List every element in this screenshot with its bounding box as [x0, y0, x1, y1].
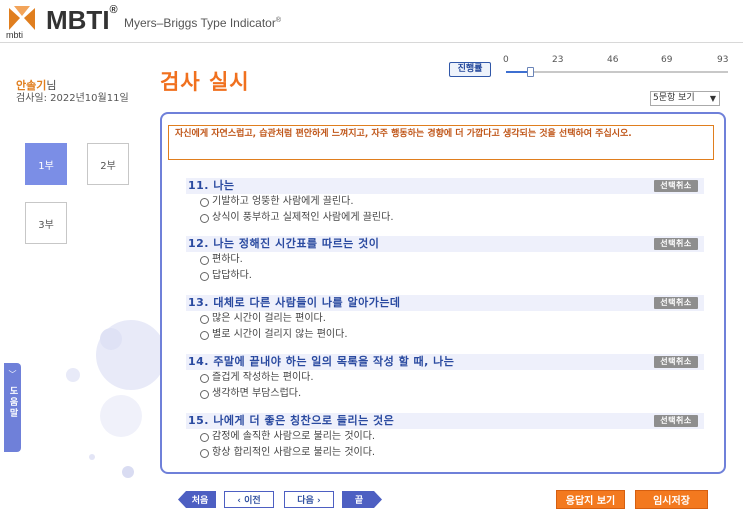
progress-tick-label: 93 [717, 55, 729, 65]
decorative-circle [122, 466, 134, 478]
question-title-text: 13. 대체로 다른 사람들이 나를 알아가는데 [188, 296, 401, 309]
decorative-circle [89, 454, 95, 460]
decorative-circle [100, 328, 122, 350]
progress-tick-label: 23 [552, 55, 564, 65]
cancel-selection-button[interactable]: 선택취소 [654, 415, 698, 427]
answer-option-text: 감정에 솔직한 사람으로 불리는 것이다. [212, 431, 376, 442]
radio-button[interactable] [200, 197, 209, 207]
question-title: 13. 대체로 다른 사람들이 나를 알아가는데 선택취소 [186, 295, 704, 311]
first-page-button[interactable]: 처음 [178, 491, 216, 508]
answer-option[interactable]: 항상 합리적인 사람으로 불리는 것이다. [186, 445, 704, 461]
question-title: 15. 나에게 더 좋은 칭찬으로 들리는 것은 선택취소 [186, 413, 704, 429]
answer-option-text: 상식이 풍부하고 실제적인 사람에게 끌린다. [212, 212, 394, 223]
question-title-text: 14. 주말에 끝내야 하는 일의 목록을 작성 할 때, 나는 [188, 355, 455, 368]
progress-bar [506, 67, 728, 77]
help-tab[interactable]: ﹀ 도움말 [4, 363, 21, 452]
progress-tick-label: 0 [503, 55, 509, 65]
answer-option-text: 많은 시간이 걸리는 편이다. [212, 313, 326, 324]
answer-option[interactable]: 많은 시간이 걸리는 편이다. [186, 311, 704, 327]
header-divider [0, 42, 743, 43]
answer-option[interactable]: 즐겁게 작성하는 편이다. [186, 370, 704, 386]
view-count-select[interactable]: 5문항 보기 ▼ [650, 91, 720, 106]
view-count-value: 5문항 보기 [653, 93, 695, 103]
page-title: 검사 실시 [160, 70, 250, 94]
brand-subtitle: Myers–Briggs Type Indicator® [124, 16, 281, 30]
part-3-button[interactable]: 3부 [25, 202, 67, 244]
question-14: 14. 주말에 끝내야 하는 일의 목록을 작성 할 때, 나는 선택취소 즐겁게… [186, 354, 704, 402]
answer-option[interactable]: 감정에 솔직한 사람으로 불리는 것이다. [186, 429, 704, 445]
question-title: 11. 나는 선택취소 [186, 178, 704, 194]
answer-option[interactable]: 기발하고 엉뚱한 사람에게 끌린다. [186, 194, 704, 210]
answer-option-text: 별로 시간이 걸리지 않는 편이다. [212, 329, 348, 340]
radio-button[interactable] [200, 389, 209, 399]
question-13: 13. 대체로 다른 사람들이 나를 알아가는데 선택취소 많은 시간이 걸리는 … [186, 295, 704, 343]
help-tab-label: 도움말 [7, 386, 18, 419]
answer-option-text: 항상 합리적인 사람으로 불리는 것이다. [212, 447, 376, 458]
header: mbti MBTI® Myers–Briggs Type Indicator® [0, 0, 743, 42]
radio-button[interactable] [200, 314, 209, 324]
cancel-selection-button[interactable]: 선택취소 [654, 297, 698, 309]
radio-button[interactable] [200, 373, 209, 383]
next-page-button[interactable]: 다음 › [284, 491, 334, 508]
radio-button[interactable] [200, 255, 209, 265]
part-2-button[interactable]: 2부 [87, 143, 129, 185]
question-12: 12. 나는 정해진 시간표를 따르는 것이 선택취소 편하다. 답답하다. [186, 236, 704, 284]
brand-small: mbti [6, 30, 24, 40]
answer-option[interactable]: 상식이 풍부하고 실제적인 사람에게 끌린다. [186, 210, 704, 226]
chevron-down-icon: ﹀ [8, 370, 17, 379]
progress-label: 진행률 [449, 62, 491, 77]
question-title: 12. 나는 정해진 시간표를 따르는 것이 선택취소 [186, 236, 704, 252]
last-page-button[interactable]: 끝 [342, 491, 382, 508]
part-1-button[interactable]: 1부 [25, 143, 67, 185]
progress-tick-label: 69 [661, 55, 673, 65]
answer-option[interactable]: 별로 시간이 걸리지 않는 편이다. [186, 327, 704, 343]
question-title: 14. 주말에 끝내야 하는 일의 목록을 작성 할 때, 나는 선택취소 [186, 354, 704, 370]
brand-reg: ® [109, 4, 118, 17]
decorative-circle [100, 395, 142, 437]
answer-option[interactable]: 편하다. [186, 252, 704, 268]
cancel-selection-button[interactable]: 선택취소 [654, 180, 698, 192]
progress-thumb [527, 67, 534, 77]
question-11: 11. 나는 선택취소 기발하고 엉뚱한 사람에게 끌린다. 상식이 풍부하고 실… [186, 178, 704, 226]
decorative-circle [66, 368, 80, 382]
radio-button[interactable] [200, 448, 209, 458]
radio-button[interactable] [200, 330, 209, 340]
test-date: 검사일: 2022년10월11일 [16, 93, 129, 104]
brand-logo: MBTI® [46, 4, 118, 36]
answer-option[interactable]: 답답하다. [186, 268, 704, 284]
answer-option-text: 생각하면 부담스럽다. [212, 388, 302, 399]
cancel-selection-button[interactable]: 선택취소 [654, 356, 698, 368]
question-title-text: 15. 나에게 더 좋은 칭찬으로 들리는 것은 [188, 414, 395, 427]
brand-text: MBTI [46, 5, 110, 35]
answer-option-text: 즐겁게 작성하는 편이다. [212, 372, 314, 383]
answer-option-text: 편하다. [212, 254, 243, 265]
instruction-text: 자신에게 자연스럽고, 습관처럼 편안하게 느껴지고, 자주 행동하는 경향에 … [168, 125, 714, 160]
question-title-text: 11. 나는 [188, 179, 235, 192]
question-15: 15. 나에게 더 좋은 칭찬으로 들리는 것은 선택취소 감정에 솔직한 사람으… [186, 413, 704, 461]
answer-option-text: 답답하다. [212, 270, 252, 281]
answer-option-text: 기발하고 엉뚱한 사람에게 끌린다. [212, 196, 354, 207]
prev-page-button[interactable]: ‹ 이전 [224, 491, 274, 508]
progress-tick-label: 46 [607, 55, 619, 65]
radio-button[interactable] [200, 213, 209, 223]
brand-subtitle-text: Myers–Briggs Type Indicator [124, 16, 276, 30]
answer-option[interactable]: 생각하면 부담스럽다. [186, 386, 704, 402]
radio-button[interactable] [200, 271, 209, 281]
question-title-text: 12. 나는 정해진 시간표를 따르는 것이 [188, 237, 380, 250]
cancel-selection-button[interactable]: 선택취소 [654, 238, 698, 250]
chevron-down-icon: ▼ [709, 94, 716, 103]
temp-save-button[interactable]: 임시저장 [635, 490, 708, 509]
brand-subtitle-reg: ® [275, 17, 282, 24]
view-answer-sheet-button[interactable]: 응답지 보기 [556, 490, 625, 509]
radio-button[interactable] [200, 432, 209, 442]
